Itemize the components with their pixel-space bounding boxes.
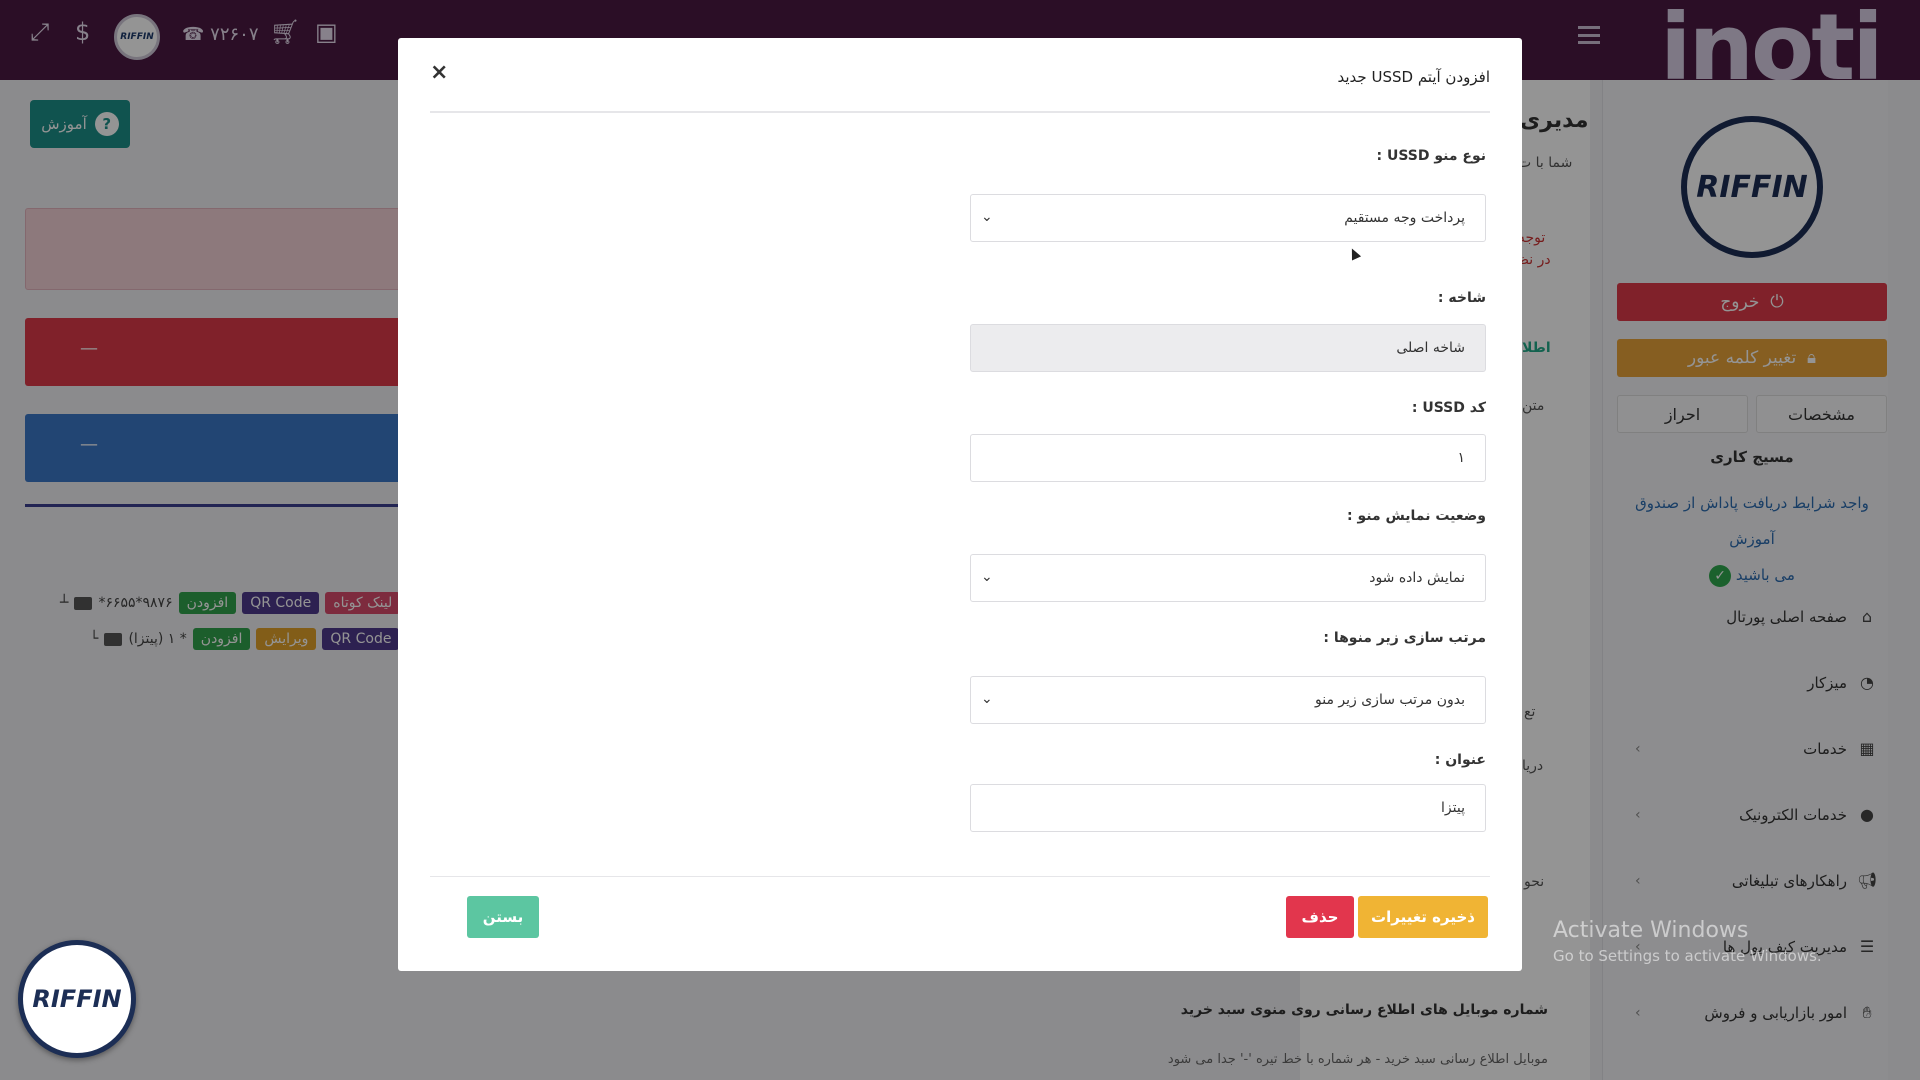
submenu-sort-label: مرتب سازی زیر منوها : — [1323, 630, 1486, 646]
display-status-label: وضعیت نمایش منو : — [1347, 508, 1486, 524]
submenu-sort-select[interactable]: بدون مرتب سازی زیر منو ⌄ — [970, 676, 1486, 724]
close-icon[interactable]: × — [430, 60, 448, 85]
title-label: عنوان : — [1434, 752, 1486, 768]
ussd-code-input[interactable]: ۱ — [970, 434, 1486, 482]
branch-field: شاخه اصلی — [970, 324, 1486, 372]
chevron-down-icon: ⌄ — [981, 691, 993, 707]
modal-title: افزودن آیتم USSD جدید — [1337, 68, 1491, 86]
display-status-value: نمایش داده شود — [1369, 570, 1465, 586]
submenu-sort-value: بدون مرتب سازی زیر منو — [1314, 692, 1465, 708]
menu-type-select[interactable]: پرداخت وجه مستقیم ⌄ — [970, 194, 1486, 242]
ussd-code-label: کد USSD : — [1411, 400, 1486, 416]
title-value: پیتزا — [1441, 800, 1465, 816]
watermark-line-1: Activate Windows — [1553, 918, 1749, 943]
ussd-code-value: ۱ — [1457, 450, 1465, 466]
close-button[interactable]: بستن — [467, 896, 539, 938]
modal-header: افزودن آیتم USSD جدید × — [430, 38, 1490, 113]
title-input[interactable]: پیتزا — [970, 784, 1486, 832]
branch-label: شاخه : — [1437, 290, 1486, 306]
chevron-down-icon: ⌄ — [981, 209, 993, 225]
branch-value: شاخه اصلی — [1396, 340, 1465, 356]
floating-logo-text: RIFFIN — [32, 985, 122, 1013]
watermark-line-2: Go to Settings to activate Windows. — [1553, 947, 1822, 965]
delete-button[interactable]: حذف — [1286, 896, 1354, 938]
save-changes-button[interactable]: ذخیره تغییرات — [1358, 896, 1488, 938]
add-ussd-item-modal: افزودن آیتم USSD جدید × نوع منو USSD : پ… — [398, 38, 1522, 971]
menu-type-value: پرداخت وجه مستقیم — [1344, 210, 1465, 226]
display-status-select[interactable]: نمایش داده شود ⌄ — [970, 554, 1486, 602]
menu-type-label: نوع منو USSD : — [1376, 148, 1486, 164]
chevron-down-icon: ⌄ — [981, 569, 993, 585]
modal-footer-divider — [430, 876, 1490, 877]
floating-logo[interactable]: RIFFIN — [18, 940, 136, 1058]
windows-activation-watermark: Activate Windows Go to Settings to activ… — [1553, 918, 1822, 965]
